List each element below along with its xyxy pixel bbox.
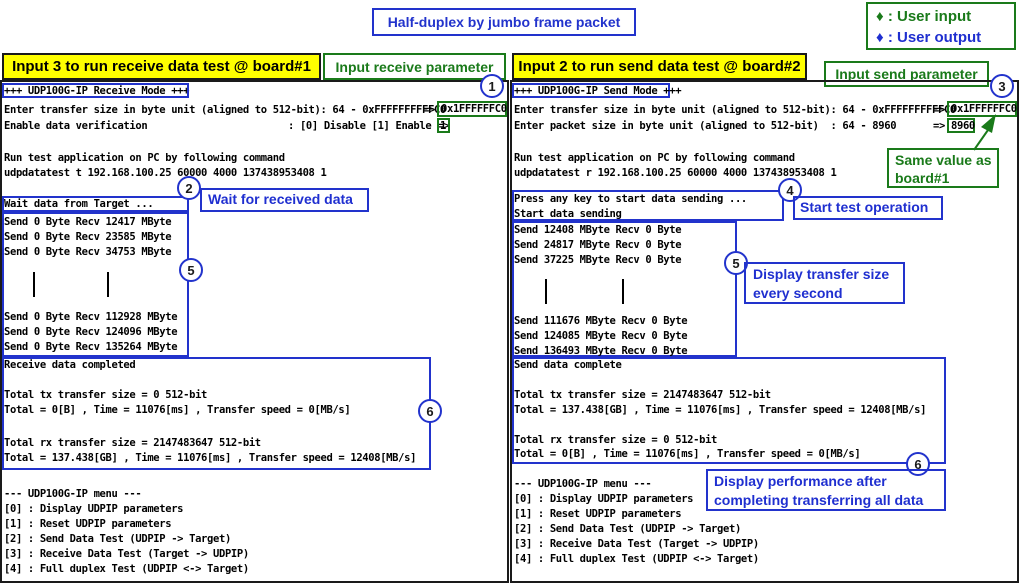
diagram-title: Half-duplex by jumbo frame packet bbox=[372, 8, 636, 36]
legend-user-input: ♦ : User input bbox=[876, 8, 972, 25]
left-step2-label: Wait for received data bbox=[200, 188, 369, 212]
left-step1-badge: 1 bbox=[480, 74, 504, 98]
left-menu-item-0: [0] : Display UDPIP parameters bbox=[4, 503, 184, 515]
right-step4-label: Start test operation bbox=[793, 196, 943, 220]
right-header: Input 2 to run send data test @ board#2 bbox=[512, 53, 807, 80]
left-line-rx-total: Total = 137.438[GB] , Time = 11076[ms] ,… bbox=[4, 452, 417, 464]
left-line-rx-size: Total rx transfer size = 2147483647 512-… bbox=[4, 437, 261, 449]
left-line-tx-size: Total tx transfer size = 0 512-bit bbox=[4, 389, 208, 401]
left-line-complete: Receive data completed bbox=[4, 359, 136, 371]
left-step2-badge: 2 bbox=[177, 176, 201, 200]
right-line-send3: Send 37225 MByte Recv 0 Byte bbox=[514, 254, 682, 266]
right-menu-item-4: [4] : Full duplex Test (UDPIP <-> Target… bbox=[514, 553, 759, 565]
right-line-rx-total: Total = 0[B] , Time = 11076[ms] , Transf… bbox=[514, 448, 861, 460]
left-step6-badge: 6 bbox=[418, 399, 442, 423]
left-input-verify: 1 bbox=[437, 118, 450, 133]
right-step6-label: Display performance after completing tra… bbox=[706, 469, 946, 511]
left-menu-title: --- UDP100G-IP menu --- bbox=[4, 488, 142, 500]
left-menu-item-2: [2] : Send Data Test (UDPIP -> Target) bbox=[4, 533, 231, 545]
right-menu-item-0: [0] : Display UDPIP parameters bbox=[514, 493, 694, 505]
right-line-tx-total: Total = 137.438[GB] , Time = 11076[ms] ,… bbox=[514, 404, 927, 416]
right-step3-badge: 3 bbox=[990, 74, 1014, 98]
right-ellipsis-bar-1 bbox=[545, 279, 547, 304]
right-line-mode: +++ UDP100G-IP Send Mode +++ bbox=[514, 85, 682, 97]
same-value-label: Same value as board#1 bbox=[887, 148, 999, 188]
right-line-size-prompt: Enter transfer size in byte unit (aligne… bbox=[514, 104, 956, 116]
left-line-tx-total: Total = 0[B] , Time = 11076[ms] , Transf… bbox=[4, 404, 351, 416]
right-line-tx-size: Total tx transfer size = 2147483647 512-… bbox=[514, 389, 771, 401]
left-param-label: Input receive parameter bbox=[323, 53, 506, 80]
right-step5-label: Display transfer size every second bbox=[744, 262, 905, 304]
right-menu-item-1: [1] : Reset UDPIP parameters bbox=[514, 508, 682, 520]
left-menu-item-3: [3] : Receive Data Test (Target -> UDPIP… bbox=[4, 548, 249, 560]
right-line-send6: Send 136493 MByte Recv 0 Byte bbox=[514, 345, 688, 357]
left-ellipsis-bar-2 bbox=[107, 272, 109, 297]
left-menu-item-1: [1] : Reset UDPIP parameters bbox=[4, 518, 172, 530]
left-line-recv2: Send 0 Byte Recv 23585 MByte bbox=[4, 231, 172, 243]
left-line-recv6: Send 0 Byte Recv 135264 MByte bbox=[4, 341, 178, 353]
right-line-send5: Send 124085 MByte Recv 0 Byte bbox=[514, 330, 688, 342]
legend-user-output: ♦ : User output bbox=[876, 29, 982, 46]
legend: ♦ : User input ♦ : User output bbox=[866, 2, 1016, 50]
left-line-run: Run test application on PC by following … bbox=[4, 152, 285, 164]
left-menu-item-4: [4] : Full duplex Test (UDPIP <-> Target… bbox=[4, 563, 249, 575]
left-size-arrow: => bbox=[423, 104, 435, 116]
right-line-complete: Send data complete bbox=[514, 359, 622, 371]
left-verify-options: : [0] Disable [1] Enable => bbox=[288, 120, 450, 132]
right-line-run: Run test application on PC by following … bbox=[514, 152, 795, 164]
right-menu-item-2: [2] : Send Data Test (UDPIP -> Target) bbox=[514, 523, 741, 535]
right-menu-item-3: [3] : Receive Data Test (Target -> UDPIP… bbox=[514, 538, 759, 550]
left-input-size: 0x1FFFFFFC0 bbox=[437, 101, 507, 117]
left-ellipsis-bar-1 bbox=[33, 272, 35, 297]
left-mode-box bbox=[2, 83, 189, 98]
left-line-cmd: udpdatatest t 192.168.100.25 60000 4000 … bbox=[4, 167, 327, 179]
left-line-verify: Enable data verification bbox=[4, 120, 148, 132]
right-arrow-2: => bbox=[933, 120, 945, 132]
left-line-recv4: Send 0 Byte Recv 112928 MByte bbox=[4, 311, 178, 323]
right-line-send1: Send 12408 MByte Recv 0 Byte bbox=[514, 224, 682, 236]
right-line-press: Press any key to start data sending ... bbox=[514, 193, 747, 205]
right-line-send4: Send 111676 MByte Recv 0 Byte bbox=[514, 315, 688, 327]
left-line-recv1: Send 0 Byte Recv 12417 MByte bbox=[4, 216, 172, 228]
right-arrow-1: => bbox=[933, 104, 945, 116]
right-line-start: Start data sending bbox=[514, 208, 622, 220]
right-line-rx-size: Total rx transfer size = 0 512-bit bbox=[514, 434, 718, 446]
left-header: Input 3 to run receive data test @ board… bbox=[2, 53, 321, 80]
left-line-size-prompt: Enter transfer size in byte unit (aligne… bbox=[4, 104, 446, 116]
right-menu-title: --- UDP100G-IP menu --- bbox=[514, 478, 652, 490]
right-line-packet-prompt: Enter packet size in byte unit (aligned … bbox=[514, 120, 897, 132]
right-line-send2: Send 24817 MByte Recv 0 Byte bbox=[514, 239, 682, 251]
left-step5-badge: 5 bbox=[179, 258, 203, 282]
right-ellipsis-bar-2 bbox=[622, 279, 624, 304]
left-line-recv3: Send 0 Byte Recv 34753 MByte bbox=[4, 246, 172, 258]
left-line-wait: Wait data from Target ... bbox=[4, 198, 154, 210]
left-line-recv5: Send 0 Byte Recv 124096 MByte bbox=[4, 326, 178, 338]
